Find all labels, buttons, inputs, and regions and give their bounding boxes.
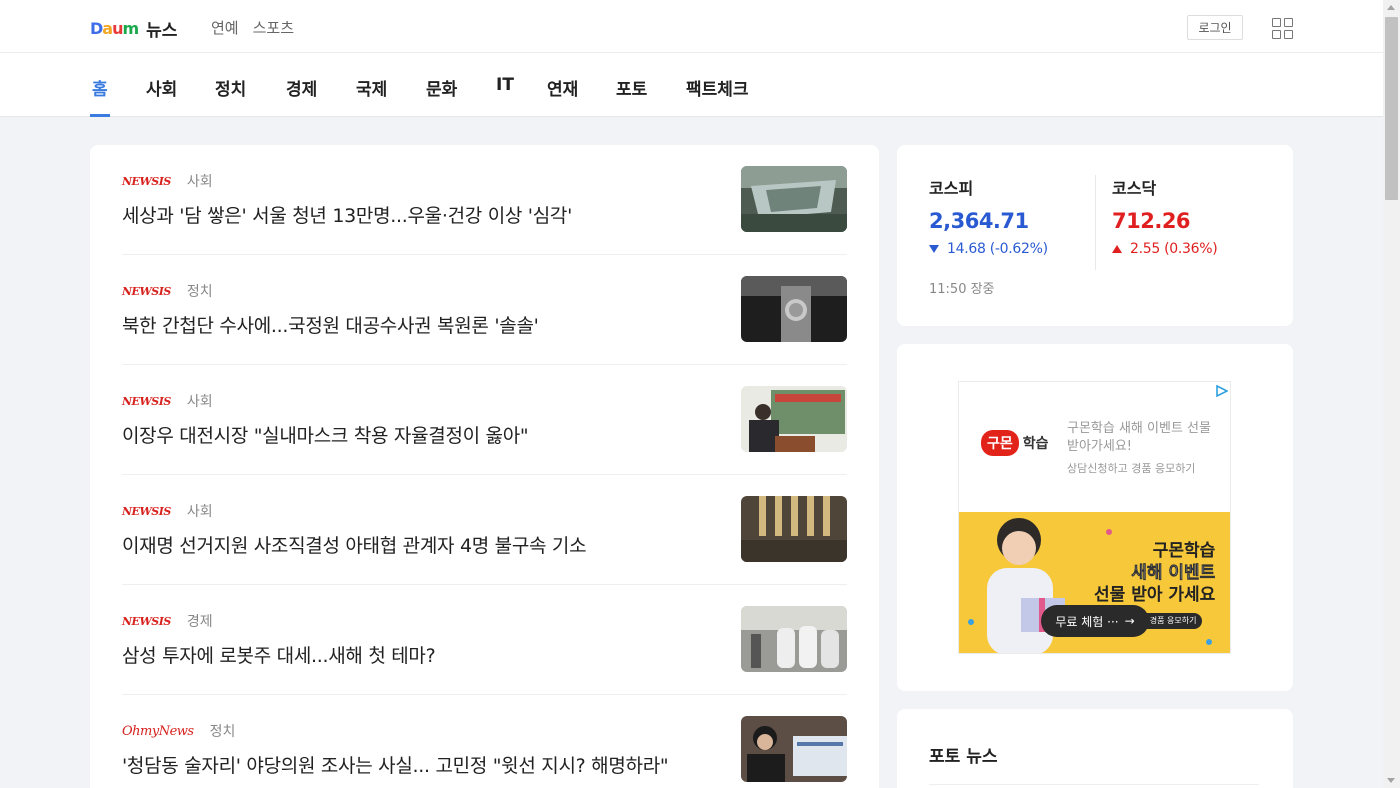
stock-name: 코스닥: [1112, 179, 1157, 198]
tab-politics[interactable]: 정치: [215, 75, 246, 117]
top-link-sports[interactable]: 스포츠: [253, 17, 294, 38]
news-headline[interactable]: '청담동 술자리' 야당의원 조사는 사실... 고민정 "윗선 지시? 해명하…: [122, 751, 669, 778]
news-headline[interactable]: 북한 간첩단 수사에...국정원 대공수사권 복원론 '솔솔': [122, 311, 539, 338]
source-logo: NEWSIS: [122, 284, 171, 298]
news-item[interactable]: NEWSIS 사회 세상과 '담 쌓은' 서울 청년 13만명...우울·건강 …: [122, 145, 847, 255]
news-category[interactable]: 경제: [187, 611, 213, 631]
stock-value: 2,364.71: [929, 209, 1029, 233]
tab-series[interactable]: 연재: [547, 75, 578, 117]
stock-change: 2.55 (0.36%): [1130, 241, 1218, 257]
news-category[interactable]: 정치: [187, 281, 213, 301]
logo-letter-m: m: [122, 18, 139, 38]
source-logo: OhmyNews: [122, 723, 194, 739]
ad-widget: 구몬 학습 구몬학습 새해 이벤트 선물 받아가세요! 상담신청하고 경품 응모…: [897, 344, 1293, 691]
news-headline[interactable]: 세상과 '담 쌓은' 서울 청년 13만명...우울·건강 이상 '심각': [122, 201, 572, 228]
stock-time: 11:50 장중: [929, 282, 995, 297]
category-nav: 홈 사회 정치 경제 국제 문화 IT 연재 포토 팩트체크: [0, 53, 1383, 117]
logo-letter-u: u: [112, 18, 123, 38]
logo-letter-d: D: [90, 18, 103, 38]
news-thumbnail[interactable]: [741, 606, 847, 672]
news-thumbnail[interactable]: [741, 496, 847, 562]
stock-kosdaq[interactable]: 코스닥 712.26 2.55 (0.36%): [1112, 175, 1218, 257]
stock-kospi[interactable]: 코스피 2,364.71 14.68 (-0.62%): [929, 175, 1048, 257]
news-category[interactable]: 사회: [187, 501, 213, 521]
grid-icon[interactable]: [1272, 18, 1293, 39]
triangle-down-icon: [929, 245, 939, 253]
news-item[interactable]: NEWSIS 정치 북한 간첩단 수사에...국정원 대공수사권 복원론 '솔솔…: [122, 255, 847, 365]
photo-news-widget: 포토 뉴스: [897, 709, 1293, 788]
login-button[interactable]: 로그인: [1187, 15, 1243, 40]
news-category[interactable]: 사회: [187, 171, 213, 191]
ad-subtitle: 상담신청하고 경품 응모하기: [1067, 462, 1196, 475]
news-thumbnail[interactable]: [741, 386, 847, 452]
scroll-thumb[interactable]: [1385, 17, 1398, 200]
tab-culture[interactable]: 문화: [426, 75, 457, 117]
ad-image: 구몬학습 새해 이벤트 선물 받아 가세요 l 경품 응모하기 무료 체험 ··…: [959, 512, 1230, 653]
ad-info-icon[interactable]: [1216, 385, 1228, 397]
stock-widget: 코스피 2,364.71 14.68 (-0.62%) 코스닥 712.26 2…: [897, 145, 1293, 326]
news-item[interactable]: NEWSIS 경제 삼성 투자에 로봇주 대세...새해 첫 테마?: [122, 585, 847, 695]
news-item[interactable]: NEWSIS 사회 이재명 선거지원 사조직결성 아태협 관계자 4명 불구속 …: [122, 475, 847, 585]
news-item[interactable]: NEWSIS 사회 이장우 대전시장 "실내마스크 착용 자율결정이 옳아": [122, 365, 847, 475]
top-bar: D a u m 뉴스 연예 스포츠 로그인: [0, 0, 1383, 53]
source-logo: NEWSIS: [122, 504, 171, 518]
scrollbar[interactable]: [1383, 0, 1400, 788]
news-thumbnail[interactable]: [741, 276, 847, 342]
source-logo: NEWSIS: [122, 614, 171, 628]
news-item[interactable]: OhmyNews 정치 '청담동 술자리' 야당의원 조사는 사실... 고민정…: [122, 695, 847, 788]
news-category[interactable]: 정치: [210, 721, 236, 741]
divider: [929, 784, 1259, 785]
daum-logo[interactable]: D a u m 뉴스: [90, 16, 177, 41]
tab-factcheck[interactable]: 팩트체크: [686, 75, 749, 117]
tab-economy[interactable]: 경제: [286, 75, 317, 117]
ad-title: 구몬학습 새해 이벤트 선물 받아가세요!: [1067, 421, 1211, 454]
logo-letter-a: a: [102, 18, 113, 38]
news-headline[interactable]: 이재명 선거지원 사조직결성 아태협 관계자 4명 불구속 기소: [122, 531, 587, 558]
top-link-entertainment[interactable]: 연예: [211, 17, 239, 38]
stock-name: 코스피: [929, 179, 974, 198]
top-links: 연예 스포츠: [211, 17, 294, 38]
service-name[interactable]: 뉴스: [146, 16, 177, 41]
news-headline[interactable]: 이장우 대전시장 "실내마스크 착용 자율결정이 옳아": [122, 421, 529, 448]
tab-it[interactable]: IT: [496, 75, 514, 117]
divider: [1095, 175, 1096, 270]
scroll-up-icon[interactable]: [1387, 5, 1395, 10]
news-thumbnail[interactable]: [741, 166, 847, 232]
ad-banner[interactable]: 구몬 학습 구몬학습 새해 이벤트 선물 받아가세요! 상담신청하고 경품 응모…: [958, 381, 1231, 654]
tab-photo[interactable]: 포토: [616, 75, 647, 117]
tab-society[interactable]: 사회: [146, 75, 177, 117]
photo-news-title[interactable]: 포토 뉴스: [929, 742, 997, 767]
news-list: NEWSIS 사회 세상과 '담 쌓은' 서울 청년 13만명...우울·건강 …: [90, 145, 879, 788]
stock-change: 14.68 (-0.62%): [947, 241, 1048, 257]
scroll-down-icon[interactable]: [1387, 778, 1395, 783]
triangle-up-icon: [1112, 245, 1122, 253]
stock-value: 712.26: [1112, 209, 1191, 233]
source-logo: NEWSIS: [122, 174, 171, 188]
arrow-right-icon: →: [1124, 614, 1135, 628]
source-logo: NEWSIS: [122, 394, 171, 408]
kumon-logo: 구몬 학습: [981, 430, 1049, 456]
news-headline[interactable]: 삼성 투자에 로봇주 대세...새해 첫 테마?: [122, 641, 436, 668]
news-thumbnail[interactable]: [741, 716, 847, 782]
ad-cta-button[interactable]: 무료 체험 ··· →: [1041, 605, 1149, 637]
tab-home[interactable]: 홈: [90, 75, 110, 117]
news-category[interactable]: 사회: [187, 391, 213, 411]
tab-international[interactable]: 국제: [356, 75, 387, 117]
